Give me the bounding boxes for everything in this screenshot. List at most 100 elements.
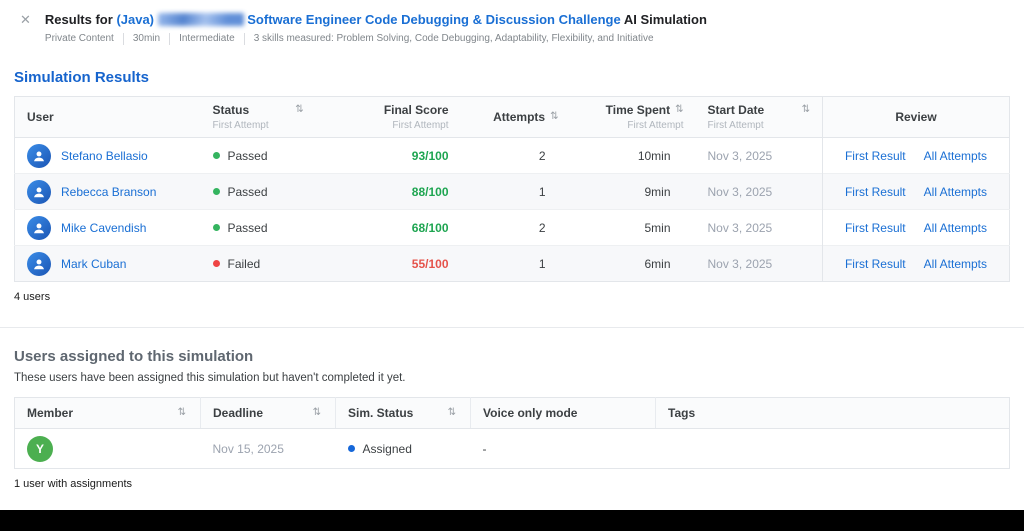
- user-avatar: [27, 179, 51, 204]
- status-label: Failed: [227, 256, 261, 271]
- col-subheader: First Attempt: [392, 120, 449, 131]
- results-count: 4 users: [14, 291, 51, 303]
- first-result-link[interactable]: First Result: [845, 221, 906, 235]
- table-row: Mark Cuban Failed 55/100 1 6min Nov 3, 2…: [14, 245, 1010, 282]
- time-spent-value: 6min: [570, 245, 696, 282]
- start-date-value: Nov 3, 2025: [695, 209, 823, 246]
- meta-skills: 3 skills measured: Problem Solving, Code…: [243, 33, 663, 45]
- col-header-deadline[interactable]: Deadline ⇅: [200, 397, 336, 429]
- simulation-results-page: ✕ Results for (Java) Software Engineer C…: [0, 0, 1024, 531]
- col-header-sim-status[interactable]: Sim. Status ⇅: [335, 397, 471, 429]
- assigned-subtitle: These users have been assigned this simu…: [14, 372, 406, 384]
- status-label: Passed: [227, 220, 268, 235]
- final-score: 68/100: [411, 220, 449, 235]
- col-header-status[interactable]: Status ⇅ First Attempt: [200, 96, 366, 138]
- all-attempts-link[interactable]: All Attempts: [924, 257, 987, 271]
- col-subheader: First Attempt: [627, 120, 684, 131]
- table-row: Y Nov 15, 2025 Assigned -: [14, 428, 1010, 469]
- status-label: Passed: [227, 148, 268, 163]
- table-row: Stefano Bellasio Passed 93/100 2 10min N…: [14, 137, 1010, 174]
- title-wrap: Results for (Java) Software Engineer Cod…: [45, 12, 1004, 45]
- status-dot: [347, 444, 355, 452]
- sort-icon[interactable]: ⇅: [675, 103, 683, 117]
- final-score: 93/100: [411, 148, 449, 163]
- status-dot: [212, 223, 220, 231]
- first-result-link[interactable]: First Result: [845, 257, 906, 271]
- top-bar: ✕ Results for (Java) Software Engineer C…: [0, 0, 1024, 49]
- meta-level: Intermediate: [169, 33, 244, 45]
- status-dot: [212, 259, 220, 267]
- voice-only-value: -: [470, 428, 656, 469]
- attempts-value: 1: [460, 173, 571, 210]
- deadline-value: Nov 15, 2025: [200, 428, 336, 469]
- col-header-attempts[interactable]: Attempts ⇅: [460, 96, 571, 138]
- start-date-value: Nov 3, 2025: [695, 137, 823, 174]
- section-divider: [0, 327, 1024, 328]
- status-dot: [212, 187, 220, 195]
- col-header-start-date[interactable]: Start Date ⇅ First Attempt: [695, 96, 823, 138]
- time-spent-value: 9min: [570, 173, 696, 210]
- all-attempts-link[interactable]: All Attempts: [924, 185, 987, 199]
- results-header-row: User Status ⇅ First Attempt Final Score F…: [14, 96, 1010, 138]
- section-title-results: Simulation Results: [14, 69, 150, 86]
- title-prefix: Results for: [44, 12, 113, 27]
- assigned-count: 1 user with assignments: [14, 478, 132, 490]
- person-icon: [34, 151, 44, 161]
- redacted-text: [157, 13, 244, 26]
- title-link-challenge[interactable]: Software Engineer Code Debugging & Discu…: [247, 12, 620, 27]
- results-table: User Status ⇅ First Attempt Final Score F…: [14, 96, 1010, 282]
- sort-icon[interactable]: ⇅: [802, 103, 810, 117]
- first-result-link[interactable]: First Result: [845, 149, 906, 163]
- time-spent-value: 10min: [570, 137, 696, 174]
- start-date-value: Nov 3, 2025: [695, 245, 823, 282]
- sort-icon[interactable]: ⇅: [550, 110, 558, 124]
- col-header-time-spent[interactable]: Time Spent ⇅ First Attempt: [570, 96, 696, 138]
- section-title-assigned: Users assigned to this simulation: [14, 348, 254, 365]
- col-subheader: First Attempt: [707, 120, 764, 131]
- col-header-member[interactable]: Member ⇅: [14, 397, 201, 429]
- user-avatar: [27, 143, 51, 168]
- status-label: Passed: [227, 184, 268, 199]
- col-header-voice-only: Voice only mode: [470, 397, 656, 429]
- sort-icon[interactable]: ⇅: [178, 406, 186, 420]
- bottom-bar: [0, 510, 1024, 531]
- page-title: Results for (Java) Software Engineer Cod…: [45, 12, 1004, 28]
- simulation-meta: Private Content 30min Intermediate 3 ski…: [45, 33, 1004, 45]
- close-icon[interactable]: ✕: [20, 12, 31, 28]
- final-score: 88/100: [411, 184, 449, 199]
- sort-icon[interactable]: ⇅: [295, 103, 303, 117]
- col-header-final-score: Final Score First Attempt: [365, 96, 461, 138]
- attempts-value: 2: [460, 209, 571, 246]
- user-name-link[interactable]: Mark Cuban: [61, 257, 126, 271]
- user-name-link[interactable]: Stefano Bellasio: [61, 149, 148, 163]
- col-header-user: User: [14, 96, 201, 138]
- sort-icon[interactable]: ⇅: [448, 406, 456, 420]
- title-suffix: AI Simulation: [623, 12, 707, 27]
- assigned-user-avatar[interactable]: Y: [27, 435, 53, 462]
- status-dot: [212, 151, 220, 159]
- sort-icon[interactable]: ⇅: [313, 406, 321, 420]
- all-attempts-link[interactable]: All Attempts: [924, 221, 987, 235]
- content: Simulation Results User Status ⇅ First At…: [0, 69, 1024, 490]
- user-avatar: [27, 215, 51, 240]
- assigned-table: Member ⇅ Deadline ⇅ Sim. Status ⇅ Voice onl…: [14, 397, 1010, 469]
- user-name-link[interactable]: Rebecca Branson: [61, 185, 156, 199]
- col-header-tags: Tags: [655, 397, 1010, 429]
- user-name-link[interactable]: Mike Cavendish: [61, 221, 146, 235]
- col-subheader: First Attempt: [212, 120, 269, 131]
- final-score: 55/100: [411, 256, 449, 271]
- start-date-value: Nov 3, 2025: [695, 173, 823, 210]
- person-icon: [34, 259, 44, 269]
- user-avatar: [27, 251, 51, 276]
- all-attempts-link[interactable]: All Attempts: [924, 149, 987, 163]
- meta-private-content: Private Content: [44, 33, 114, 44]
- meta-duration: 30min: [122, 33, 169, 45]
- table-row: Rebecca Branson Passed 88/100 1 9min Nov…: [14, 173, 1010, 210]
- first-result-link[interactable]: First Result: [845, 185, 906, 199]
- tags-value: [655, 428, 1010, 469]
- assigned-header-row: Member ⇅ Deadline ⇅ Sim. Status ⇅ Voice onl…: [14, 397, 1010, 429]
- attempts-value: 1: [460, 245, 571, 282]
- title-link-java[interactable]: (Java): [116, 12, 154, 27]
- col-header-review: Review: [822, 96, 1010, 138]
- person-icon: [34, 223, 44, 233]
